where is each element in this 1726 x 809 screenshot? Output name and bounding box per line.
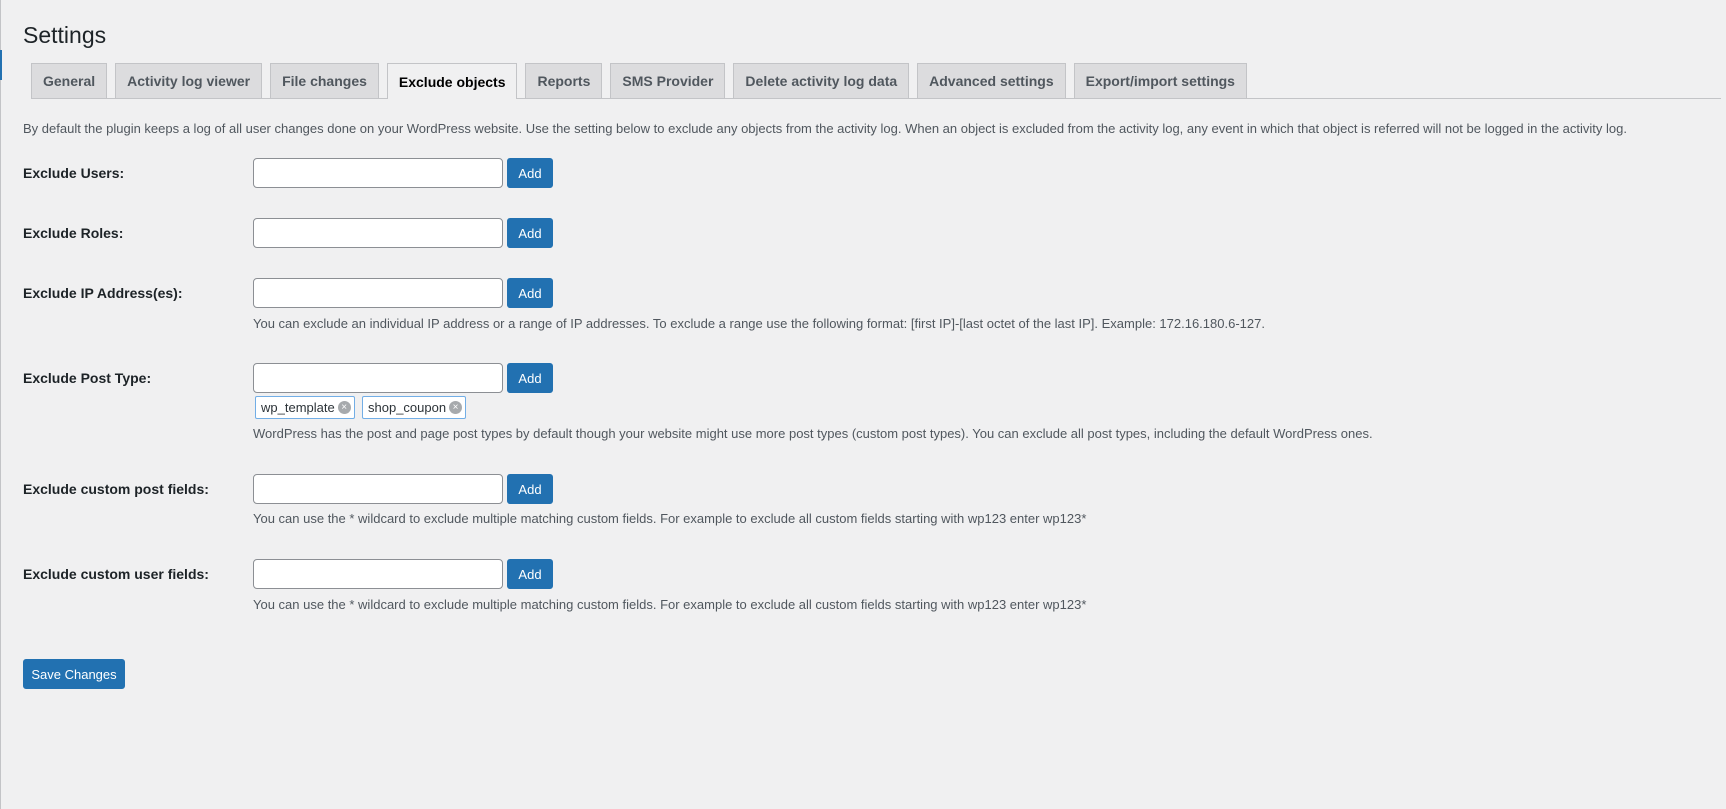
exclude-custom-user-fields-add-button[interactable]: Add <box>507 559 553 589</box>
exclude-roles-input[interactable] <box>253 218 503 248</box>
exclude-ip-help: You can exclude an individual IP address… <box>253 316 1265 331</box>
exclude-ip-label: Exclude IP Address(es): <box>23 285 183 301</box>
tab-activity-log-viewer[interactable]: Activity log viewer <box>115 63 263 98</box>
post-type-tag: shop_coupon × <box>362 396 467 419</box>
tab-exclude-objects[interactable]: Exclude objects <box>386 63 518 99</box>
exclude-ip-input[interactable] <box>253 278 503 308</box>
exclude-users-add-button[interactable]: Add <box>507 158 553 188</box>
post-type-tag-label: shop_coupon <box>368 400 447 415</box>
remove-tag-icon[interactable]: × <box>337 401 351 414</box>
settings-tabs: General Activity log viewer File changes… <box>31 63 1721 99</box>
remove-tag-icon[interactable]: × <box>449 401 463 414</box>
exclude-ip-add-button[interactable]: Add <box>507 278 553 308</box>
intro-description: By default the plugin keeps a log of all… <box>23 121 1627 136</box>
exclude-custom-user-fields-label: Exclude custom user fields: <box>23 566 209 582</box>
tab-export-import-settings[interactable]: Export/import settings <box>1073 63 1247 98</box>
page-title: Settings <box>23 22 107 48</box>
tab-reports[interactable]: Reports <box>525 63 603 98</box>
exclude-custom-post-fields-label: Exclude custom post fields: <box>23 481 209 497</box>
exclude-users-input[interactable] <box>253 158 503 188</box>
tab-general[interactable]: General <box>31 63 108 98</box>
admin-menu-edge <box>0 0 1 809</box>
exclude-custom-post-fields-help: You can use the * wildcard to exclude mu… <box>253 511 1087 526</box>
exclude-custom-user-fields-input[interactable] <box>253 559 503 589</box>
exclude-post-type-input[interactable] <box>253 363 503 393</box>
exclude-custom-post-fields-input[interactable] <box>253 474 503 504</box>
admin-menu-active-indicator <box>0 50 2 80</box>
save-changes-button[interactable]: Save Changes <box>23 659 125 689</box>
tab-advanced-settings[interactable]: Advanced settings <box>917 63 1066 98</box>
tab-sms-provider[interactable]: SMS Provider <box>610 63 726 98</box>
exclude-roles-add-button[interactable]: Add <box>507 218 553 248</box>
exclude-custom-post-fields-add-button[interactable]: Add <box>507 474 553 504</box>
exclude-users-label: Exclude Users: <box>23 165 125 181</box>
tab-delete-activity-log-data[interactable]: Delete activity log data <box>733 63 910 98</box>
tab-file-changes[interactable]: File changes <box>270 63 379 98</box>
post-type-tag: wp_template × <box>255 396 355 419</box>
post-type-tag-label: wp_template <box>261 400 335 415</box>
exclude-post-type-label: Exclude Post Type: <box>23 370 152 386</box>
exclude-custom-user-fields-help: You can use the * wildcard to exclude mu… <box>253 597 1087 612</box>
exclude-post-type-help: WordPress has the post and page post typ… <box>253 426 1373 441</box>
exclude-roles-label: Exclude Roles: <box>23 225 124 241</box>
exclude-post-type-add-button[interactable]: Add <box>507 363 553 393</box>
